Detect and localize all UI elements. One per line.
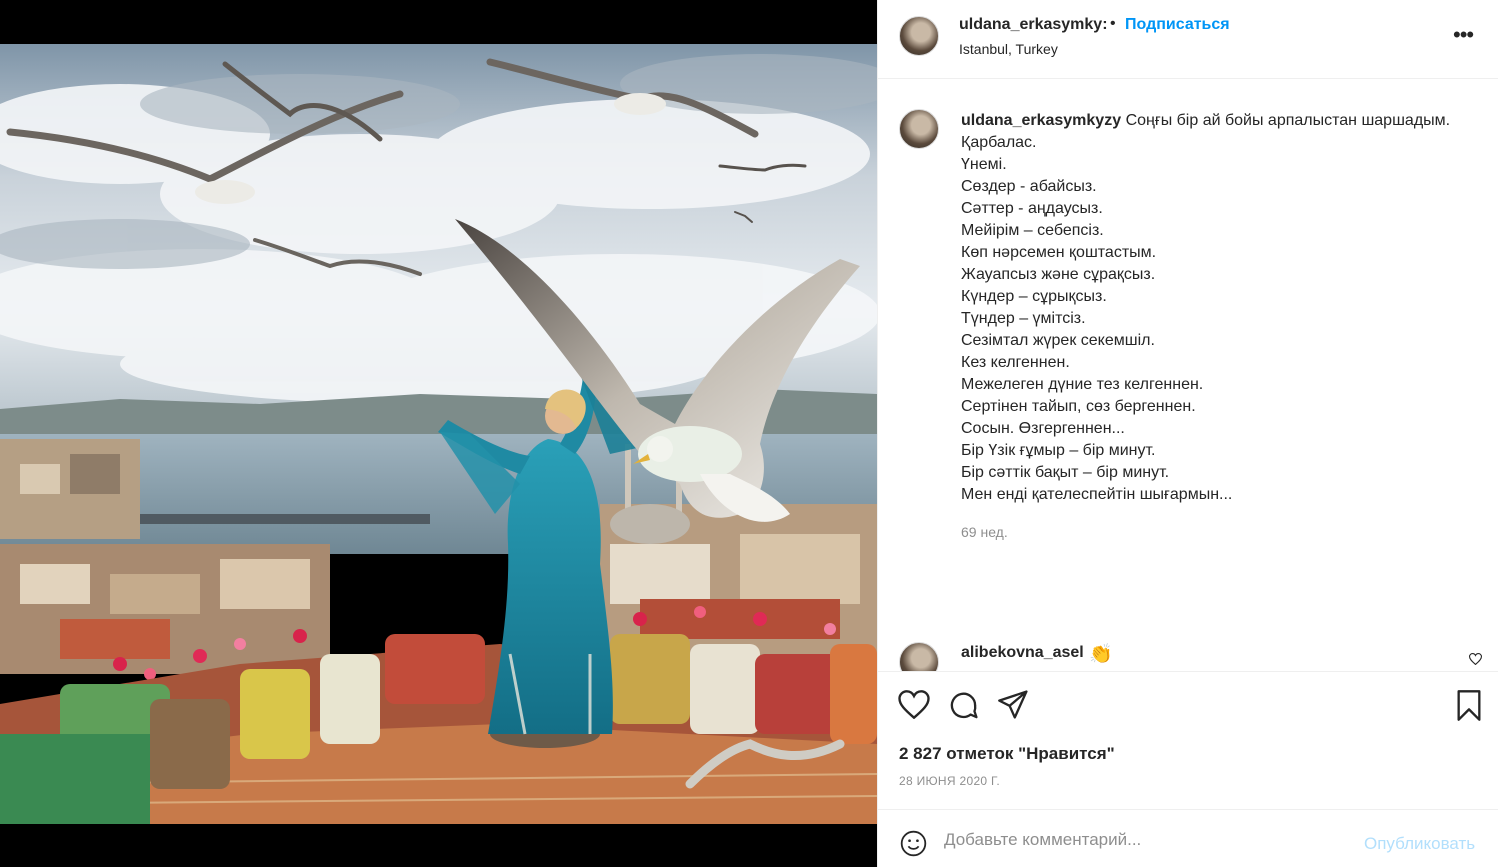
- photo-illustration: [0, 44, 877, 824]
- save-bookmark-icon[interactable]: [1455, 690, 1483, 726]
- comment-input[interactable]: [944, 826, 1344, 854]
- comment-username[interactable]: alibekovna_asel: [961, 644, 1084, 662]
- post-photo[interactable]: [0, 44, 877, 824]
- caption-line: Бір сәттік бақыт – бір минут.: [961, 464, 1170, 481]
- caption-line: Жауапсыз және сұрақсыз.: [961, 266, 1156, 283]
- post-header: uldana_erkasymky: • Подписаться Istanbul…: [878, 0, 1498, 79]
- caption-line: Қарбалас.: [961, 134, 1037, 151]
- caption-line: Сезімтал жүрек секемшіл.: [961, 332, 1155, 349]
- caption-line: Түндер – үмітсіз.: [961, 310, 1086, 327]
- post-details-panel: uldana_erkasymky: • Подписаться Istanbul…: [877, 0, 1498, 867]
- more-options-icon[interactable]: •••: [1453, 22, 1474, 48]
- caption-line: Сосын. Өзгергеннен...: [961, 420, 1125, 437]
- comments-section[interactable]: uldana_erkasymkyzy Соңғы бір ай бойы арп…: [878, 79, 1498, 671]
- location-link[interactable]: Istanbul, Turkey: [959, 41, 1058, 57]
- caption-line: Сөздер - абайсыз.: [961, 178, 1097, 195]
- like-heart-icon[interactable]: [898, 690, 930, 724]
- post-media: [0, 0, 877, 867]
- clapping-hands-emoji: 👏: [1089, 644, 1113, 665]
- post-caption: uldana_erkasymkyzy Соңғы бір ай бойы арп…: [961, 110, 1481, 506]
- post-actions: 2 827 отметок "Нравится" 28 ИЮНЯ 2020 Г.: [878, 671, 1498, 809]
- post-date[interactable]: 28 ИЮНЯ 2020 Г.: [899, 774, 1000, 788]
- caption-line: Көп нәрсемен қоштастым.: [961, 244, 1157, 261]
- comment-like-icon[interactable]: [1468, 652, 1483, 668]
- comment-bubble-icon[interactable]: [948, 690, 979, 726]
- caption-line: Межелеген дүние тез келгеннен.: [961, 376, 1204, 393]
- caption-line: Бір Үзік ғұмыр – бір минут.: [961, 442, 1156, 459]
- share-direct-icon[interactable]: [998, 690, 1029, 724]
- add-comment-bar: Опубликовать: [878, 809, 1498, 867]
- caption-line: Кез келгеннен.: [961, 354, 1070, 371]
- author-username[interactable]: uldana_erkasymky:: [959, 16, 1108, 34]
- caption-line: Мен енді қателеспейтін шығармын...: [961, 486, 1233, 503]
- caption-timestamp[interactable]: 69 нед.: [961, 524, 1008, 540]
- caption-line: Соңғы бір ай бойы арпалыстан шаршадым.: [1125, 112, 1451, 129]
- caption-avatar[interactable]: [899, 109, 939, 149]
- comment-avatar[interactable]: [899, 642, 939, 671]
- publish-button[interactable]: Опубликовать: [1364, 834, 1475, 854]
- caption-line: Күндер – сұрықсыз.: [961, 288, 1107, 305]
- likes-count[interactable]: 2 827 отметок "Нравится": [899, 744, 1115, 764]
- follow-button[interactable]: Подписаться: [1125, 16, 1230, 34]
- caption-line: Сәттер - аңдаусыз.: [961, 200, 1103, 217]
- caption-username[interactable]: uldana_erkasymkyzy: [961, 112, 1121, 129]
- separator-dot: •: [1110, 15, 1116, 32]
- author-avatar[interactable]: [899, 16, 939, 56]
- caption-line: Үнемі.: [961, 156, 1007, 173]
- caption-line: Мейірім – себепсіз.: [961, 222, 1104, 239]
- caption-line: Сертінен тайып, сөз бергеннен.: [961, 398, 1196, 415]
- emoji-picker-icon[interactable]: [900, 830, 927, 862]
